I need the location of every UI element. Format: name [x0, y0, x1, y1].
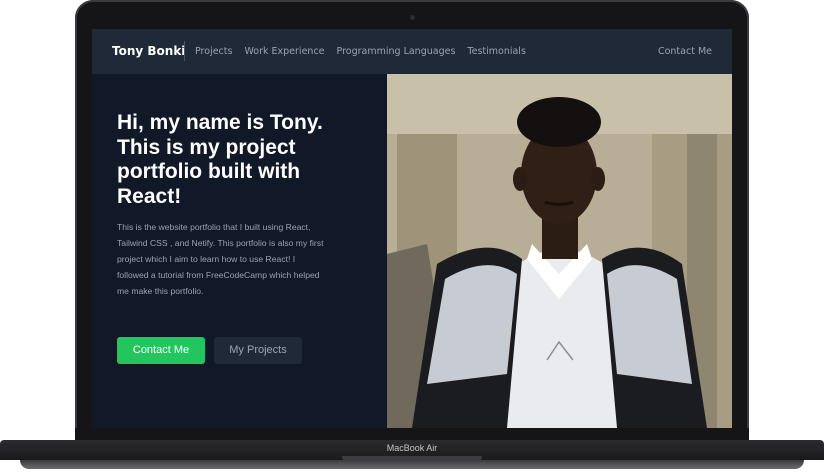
profile-photo-illustration	[387, 74, 732, 428]
hero-title: Hi, my name is Tony. This is my project …	[117, 111, 323, 208]
nav-link-work-experience[interactable]: Work Experience	[244, 46, 324, 57]
nav-divider	[184, 41, 185, 61]
laptop-base-edge	[20, 460, 804, 469]
nav-link-contact[interactable]: Contact Me	[658, 46, 712, 57]
nav-links: Projects Work Experience Programming Lan…	[195, 46, 526, 57]
profile-photo	[387, 74, 732, 428]
nav-link-programming-languages[interactable]: Programming Languages	[337, 46, 456, 57]
navbar: Tony Bonki Projects Work Experience Prog…	[92, 29, 732, 74]
screen-bezel-bottom	[75, 428, 749, 440]
camera-dot	[410, 15, 415, 20]
nav-link-testimonials[interactable]: Testimonials	[467, 46, 525, 57]
device-label: MacBook Air	[386, 443, 438, 453]
hero-description: This is the website portfolio that I bui…	[117, 222, 324, 296]
screen: Tony Bonki Projects Work Experience Prog…	[92, 29, 732, 428]
my-projects-button[interactable]: My Projects	[214, 337, 302, 364]
nav-link-projects[interactable]: Projects	[195, 46, 232, 57]
brand-title[interactable]: Tony Bonki	[112, 44, 185, 58]
contact-me-button[interactable]: Contact Me	[117, 337, 205, 364]
